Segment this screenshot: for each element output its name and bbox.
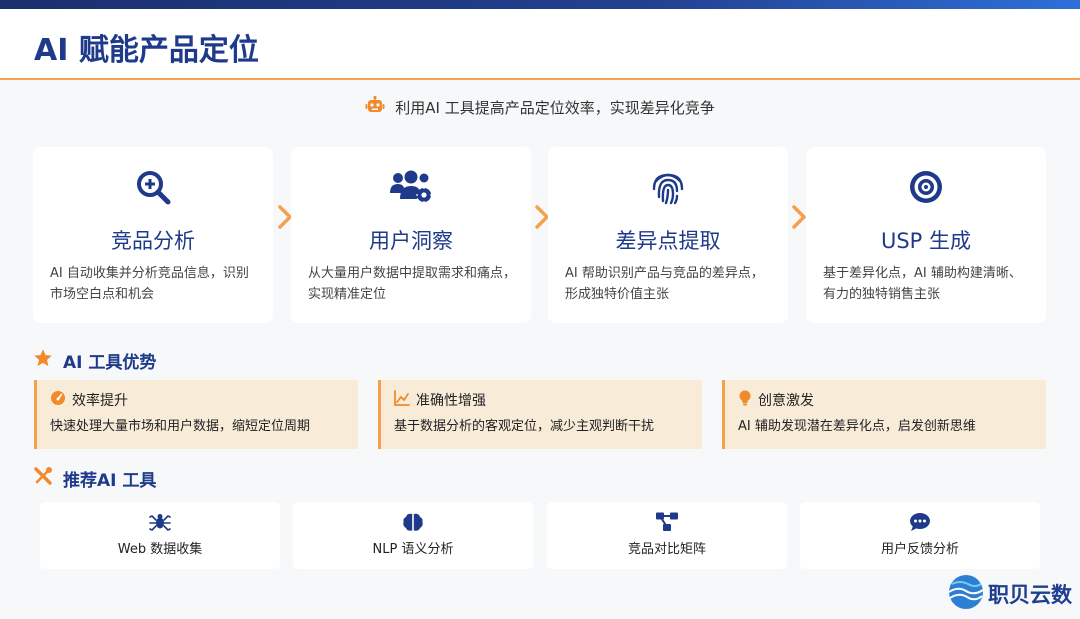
- brain-icon: [402, 512, 424, 536]
- advantage-card-creativity: 创意激发 AI 辅助发现潜在差异化点，启发创新思维: [722, 380, 1046, 449]
- tools-heading: 推荐AI 工具: [33, 466, 157, 491]
- step-desc: AI 帮助识别产品与竞品的差异点，形成独特价值主张: [565, 266, 764, 302]
- step-desc: AI 自动收集并分析竞品信息，识别市场空白点和机会: [50, 266, 249, 302]
- chart-line-icon: [394, 390, 410, 410]
- tools-icon: [33, 466, 53, 490]
- step-desc: 从大量用户数据中提取需求和痛点，实现精准定位: [308, 266, 517, 302]
- subtitle-row: 利用AI 工具提高产品定位效率，实现差异化竞争: [0, 95, 1080, 118]
- header: AI 赋能产品定位: [0, 9, 1080, 80]
- tool-card-comparison-matrix[interactable]: 竞品对比矩阵: [547, 502, 787, 569]
- step-desc: 基于差异化点，AI 辅助构建清晰、有力的独特销售主张: [823, 266, 1022, 302]
- tool-label: Web 数据收集: [117, 542, 203, 557]
- brand-logo: 职贝云数: [948, 574, 1072, 614]
- step-card-competitor-analysis: 竞品分析 AI 自动收集并分析竞品信息，识别市场空白点和机会: [33, 147, 273, 323]
- tool-label: 用户反馈分析: [880, 542, 959, 557]
- tool-card-feedback-analysis[interactable]: 用户反馈分析: [800, 502, 1040, 569]
- tool-card-nlp[interactable]: NLP 语义分析: [293, 502, 533, 569]
- advantage-title: 效率提升: [72, 393, 128, 409]
- advantage-card-accuracy: 准确性增强 基于数据分析的客观定位，减少主观判断干扰: [378, 380, 702, 449]
- subtitle-text: 利用AI 工具提高产品定位效率，实现差异化竞争: [395, 98, 715, 117]
- step-title: 竞品分析: [111, 229, 195, 253]
- lightbulb-icon: [738, 390, 752, 410]
- robot-icon: [365, 95, 385, 118]
- advantage-title: 创意激发: [758, 393, 814, 409]
- tool-label: NLP 语义分析: [372, 542, 454, 557]
- step-card-user-insight: 用户洞察 从大量用户数据中提取需求和痛点，实现精准定位: [291, 147, 531, 323]
- gauge-icon: [50, 390, 66, 410]
- page-title: AI 赋能产品定位: [34, 33, 259, 68]
- step-title: USP 生成: [880, 229, 972, 253]
- advantage-desc: 快速处理大量市场和用户数据，缩短定位周期: [50, 419, 311, 434]
- advantages-title: AI 工具优势: [63, 352, 157, 373]
- step-title: 用户洞察: [369, 229, 453, 253]
- top-accent-bar: [0, 0, 1080, 9]
- step-card-differentiation: 差异点提取 AI 帮助识别产品与竞品的差异点，形成独特价值主张: [548, 147, 788, 323]
- advantage-card-efficiency: 效率提升 快速处理大量市场和用户数据，缩短定位周期: [34, 380, 358, 449]
- logo-text: 职贝云数: [988, 583, 1072, 607]
- users-gear-icon: [389, 169, 433, 209]
- advantage-desc: 基于数据分析的客观定位，减少主观判断干扰: [394, 419, 655, 434]
- step-title: 差异点提取: [615, 229, 721, 253]
- globe-logo-icon: [948, 574, 984, 614]
- spider-icon: [149, 512, 171, 536]
- fingerprint-icon: [650, 169, 686, 209]
- search-plus-icon: [135, 169, 171, 209]
- advantage-desc: AI 辅助发现潜在差异化点，启发创新思维: [738, 419, 976, 434]
- tool-card-web-scraping[interactable]: Web 数据收集: [40, 502, 280, 569]
- comment-dots-icon: [909, 512, 931, 536]
- advantage-title: 准确性增强: [416, 393, 486, 409]
- tool-label: 竞品对比矩阵: [627, 542, 706, 557]
- chevron-right-icon: [792, 205, 806, 229]
- star-icon: [33, 348, 53, 372]
- tools-title: 推荐AI 工具: [63, 470, 157, 491]
- advantages-heading: AI 工具优势: [33, 348, 157, 373]
- network-icon: [655, 512, 679, 536]
- target-icon: [908, 169, 944, 209]
- step-card-usp: USP 生成 基于差异化点，AI 辅助构建清晰、有力的独特销售主张: [806, 147, 1046, 323]
